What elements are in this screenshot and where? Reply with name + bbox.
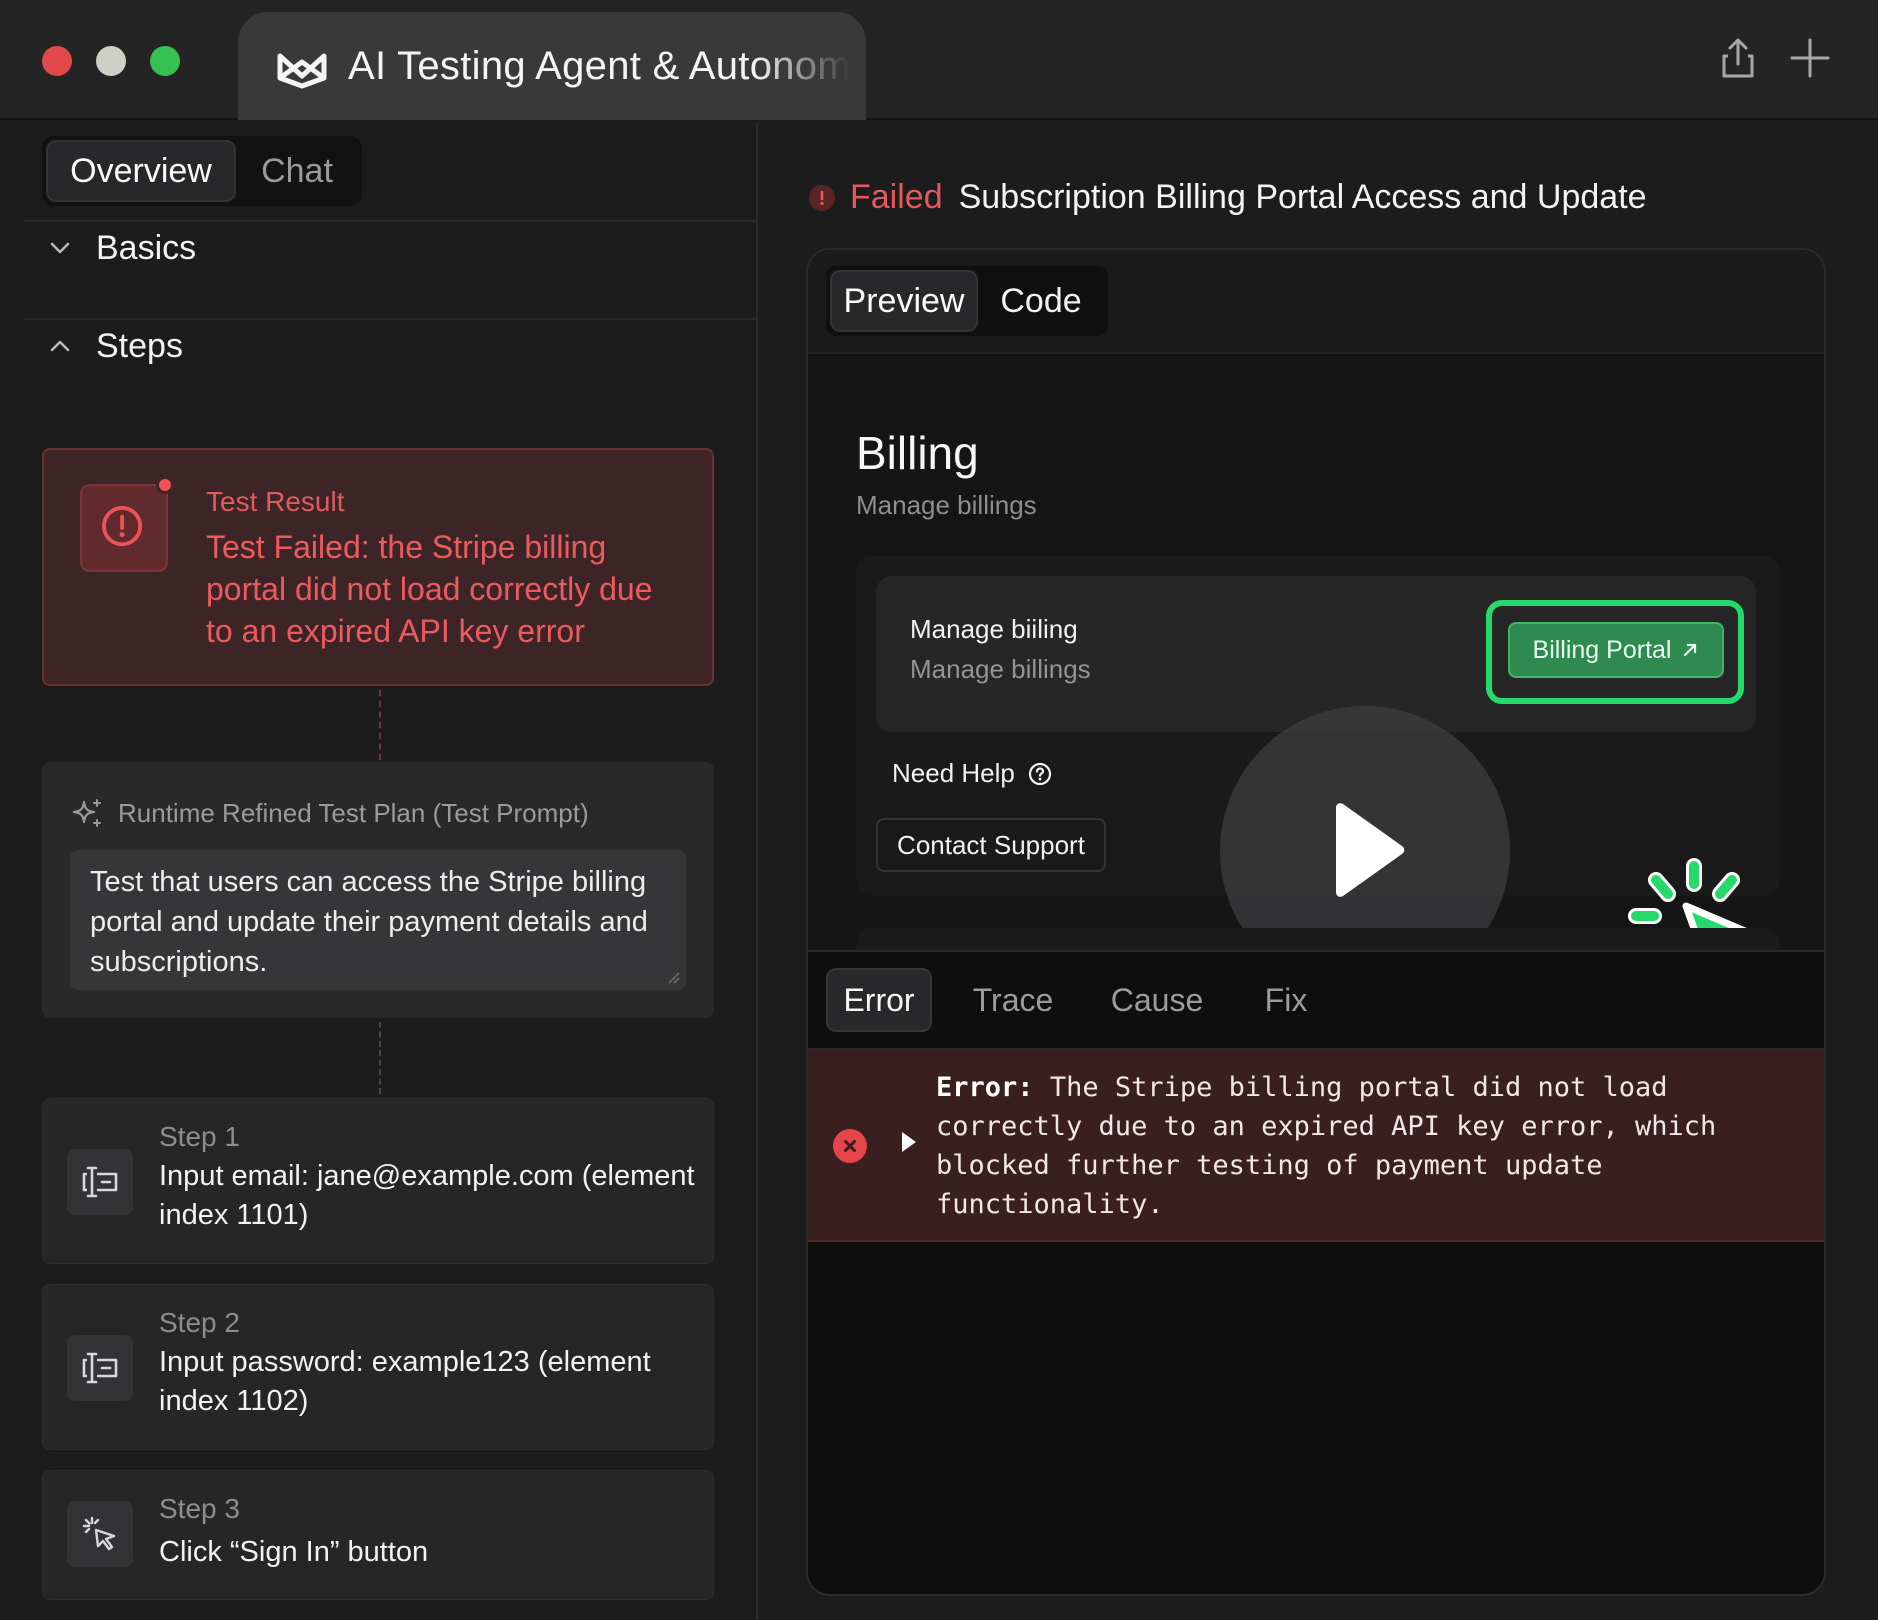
tab-fix[interactable]: Fix <box>1246 968 1326 1032</box>
app-logo-icon <box>277 53 327 89</box>
detail-tabs: Error Trace Cause Fix <box>808 950 1824 1050</box>
section-basics-label: Basics <box>96 228 197 267</box>
tab-code[interactable]: Code <box>978 270 1104 332</box>
section-basics[interactable]: Basics <box>48 226 196 270</box>
section-steps[interactable]: Steps <box>48 324 183 368</box>
connector-line <box>379 1022 381 1094</box>
left-panel: Overview Chat Basics Steps Test Result T… <box>0 122 758 1620</box>
step-icon-box <box>67 1149 133 1215</box>
step-number: Step 3 <box>159 1493 240 1524</box>
window-tab[interactable]: AI Testing Agent & Autonomous Testing <box>238 12 866 120</box>
billing-card: Manage biiling Manage billings Billing P… <box>856 556 1780 950</box>
close-dot[interactable] <box>42 46 72 76</box>
manage-billing-title: Manage biiling <box>910 614 1078 644</box>
result-label: Test Result <box>206 486 345 517</box>
error-message: Error: The Stripe billing portal did not… <box>936 1068 1806 1224</box>
help-circle-icon[interactable] <box>1027 761 1053 787</box>
billing-portal-label: Billing Portal <box>1532 635 1672 664</box>
error-text: The Stripe billing portal did not load c… <box>936 1072 1717 1220</box>
result-text: Test Failed: the Stripe billing portal d… <box>206 529 653 649</box>
step-card-1[interactable]: Step 1 Input email: jane@example.com (el… <box>42 1098 714 1264</box>
tab-chat[interactable]: Chat <box>236 140 358 202</box>
billing-subtitle: Manage billings <box>856 490 1037 520</box>
title-bar: AI Testing Agent & Autonomous Testing <box>0 0 1878 120</box>
preview-area: Billing Manage billings Manage biiling M… <box>808 356 1824 950</box>
resize-grip-icon[interactable] <box>666 970 680 984</box>
error-prefix: Error: <box>936 1072 1034 1103</box>
error-row[interactable]: Error: The Stripe billing portal did not… <box>808 1050 1824 1242</box>
need-help-row: Need Help <box>892 758 1053 789</box>
alert-circle-icon <box>102 506 143 547</box>
step-text: Input email: jane@example.com (element i… <box>159 1160 695 1231</box>
title-fade <box>756 12 866 120</box>
status-label: Failed <box>850 178 943 216</box>
error-x-icon <box>833 1129 867 1163</box>
external-link-icon <box>1684 643 1697 657</box>
left-tab-group: Overview Chat <box>42 136 362 206</box>
click-icon <box>82 1516 116 1551</box>
view-tab-group: Preview Code <box>826 266 1108 336</box>
step-number: Step 2 <box>159 1307 240 1338</box>
portal-highlight: Billing Portal <box>1486 600 1744 704</box>
step-icon-box <box>67 1501 133 1567</box>
error-dot-icon <box>809 184 835 211</box>
tab-trace[interactable]: Trace <box>958 968 1068 1032</box>
connector-line <box>379 690 381 760</box>
plan-label: Runtime Refined Test Plan (Test Prompt) <box>118 798 589 828</box>
status-dot <box>156 476 174 494</box>
step-text: Input password: example123 (element inde… <box>159 1346 651 1417</box>
test-result-card[interactable]: Test Result Test Failed: the Stripe bill… <box>42 448 714 686</box>
chevron-up-icon <box>50 340 70 352</box>
expand-caret-icon[interactable] <box>898 1130 918 1154</box>
tab-error[interactable]: Error <box>826 968 932 1032</box>
manage-billing-subtitle: Manage billings <box>910 654 1091 684</box>
step-number: Step 1 <box>159 1121 240 1152</box>
section-steps-label: Steps <box>96 326 183 365</box>
divider <box>24 318 756 320</box>
result-icon-box <box>80 484 168 572</box>
step-card-3[interactable]: Step 3 Click “Sign In” button <box>42 1470 714 1600</box>
plan-prompt-textarea[interactable]: Test that users can access the Stripe bi… <box>70 850 686 990</box>
step-icon-box <box>67 1335 133 1401</box>
sparkle-icon <box>72 799 101 827</box>
divider <box>24 220 756 222</box>
tab-preview[interactable]: Preview <box>830 270 978 332</box>
share-icon[interactable] <box>1714 34 1762 82</box>
text-input-icon <box>82 1352 118 1384</box>
next-billing-card <box>856 928 1780 950</box>
plan-prompt-text: Test that users can access the Stripe bi… <box>90 866 648 978</box>
test-title: Subscription Billing Portal Access and U… <box>958 178 1647 216</box>
panel-toolbar: Preview Code <box>808 250 1824 354</box>
billing-portal-button[interactable]: Billing Portal <box>1508 622 1724 678</box>
maximize-dot[interactable] <box>150 46 180 76</box>
play-button[interactable] <box>1220 706 1510 950</box>
play-icon <box>1336 803 1405 897</box>
tab-overview[interactable]: Overview <box>46 140 236 202</box>
step-text: Click “Sign In” button <box>159 1536 429 1568</box>
text-input-icon <box>82 1166 118 1198</box>
step-card-2[interactable]: Step 2 Input password: example123 (eleme… <box>42 1284 714 1450</box>
test-header: Failed Subscription Billing Portal Acces… <box>808 178 1647 217</box>
contact-support-button[interactable]: Contact Support <box>876 818 1106 872</box>
need-help-label: Need Help <box>892 758 1015 788</box>
tab-cause[interactable]: Cause <box>1094 968 1220 1032</box>
manage-billing-card: Manage biiling Manage billings Billing P… <box>876 576 1756 732</box>
detail-panel: Preview Code Billing Manage billings Man… <box>806 248 1826 1596</box>
minimize-dot[interactable] <box>96 46 126 76</box>
billing-title: Billing <box>856 427 979 479</box>
chevron-down-icon <box>50 242 70 254</box>
plus-icon[interactable] <box>1786 34 1834 82</box>
test-plan-card: Runtime Refined Test Plan (Test Prompt) … <box>42 762 714 1018</box>
